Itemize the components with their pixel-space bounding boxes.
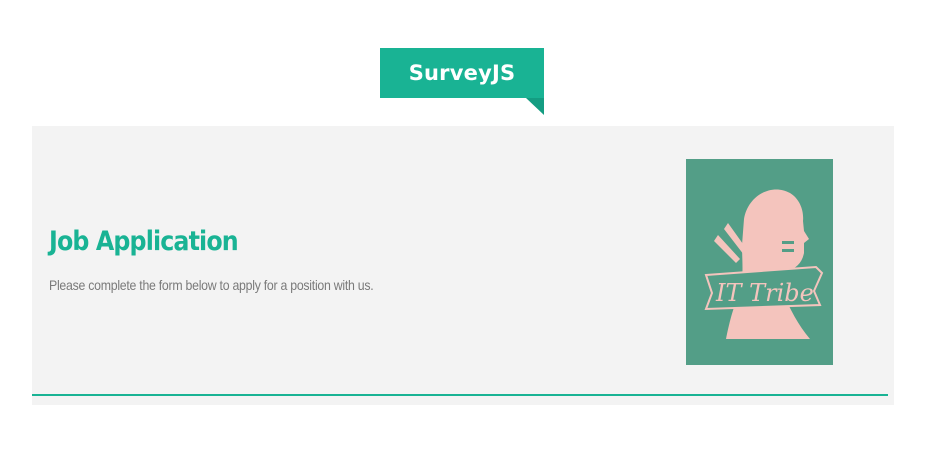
- paint-stripe-1: [782, 241, 794, 244]
- surveyjs-logo-tail: [526, 98, 544, 115]
- it-tribe-logo-text: IT Tribe: [715, 279, 814, 307]
- paint-stripe-2: [782, 249, 794, 252]
- survey-title: Job Application: [49, 226, 239, 257]
- surveyjs-logo-text: SurveyJS: [408, 61, 516, 85]
- it-tribe-logo-icon: IT Tribe: [704, 189, 824, 339]
- survey-page: SurveyJS Job Application Please complete…: [0, 0, 927, 466]
- head-silhouette: [726, 189, 810, 339]
- survey-description: Please complete the form below to apply …: [49, 277, 374, 293]
- header-divider: [32, 394, 888, 396]
- surveyjs-logo[interactable]: SurveyJS: [380, 48, 544, 98]
- it-tribe-logo: IT Tribe: [686, 159, 833, 365]
